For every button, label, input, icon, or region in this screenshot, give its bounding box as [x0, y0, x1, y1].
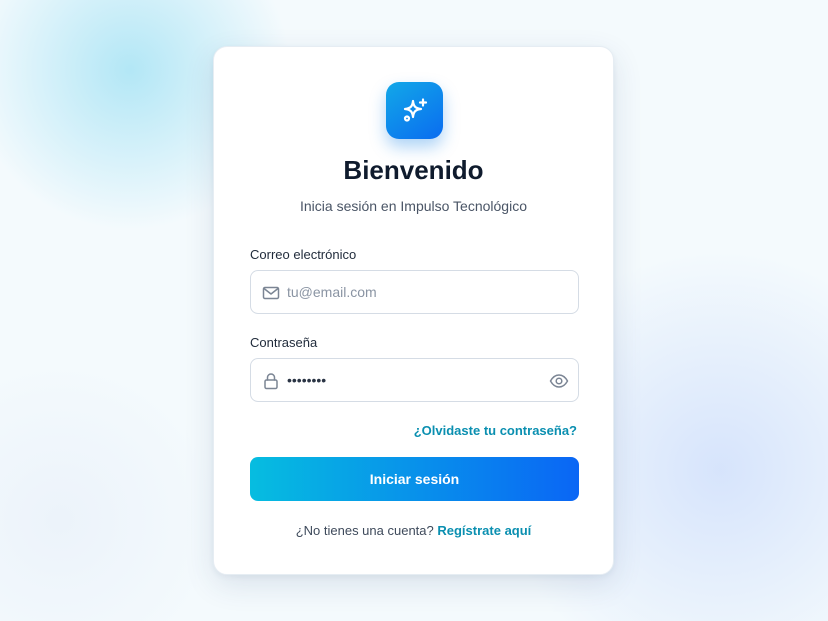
mail-icon	[262, 286, 280, 300]
email-input[interactable]	[287, 271, 547, 313]
email-field[interactable]	[250, 270, 579, 314]
email-label: Correo electrónico	[250, 247, 357, 262]
lock-icon	[264, 373, 278, 390]
page-subtitle: Inicia sesión en Impulso Tecnológico	[300, 198, 527, 214]
login-button[interactable]: Iniciar sesión	[250, 457, 579, 501]
page-title: Bienvenido	[343, 155, 484, 185]
password-field[interactable]	[250, 358, 579, 402]
signup-row: ¿No tienes una cuenta? Regístrate aquí	[214, 523, 613, 538]
eye-icon[interactable]	[549, 371, 569, 391]
signup-prompt: ¿No tienes una cuenta?	[295, 523, 434, 538]
signup-link[interactable]: Regístrate aquí	[437, 523, 531, 538]
sparkles-icon	[403, 97, 427, 122]
password-label: Contraseña	[250, 335, 318, 350]
login-card: Bienvenido Inicia sesión en Impulso Tecn…	[213, 46, 614, 575]
password-input[interactable]	[287, 359, 547, 401]
forgot-password-link[interactable]: ¿Olvidaste tu contraseña?	[414, 423, 577, 438]
app-logo	[386, 82, 443, 139]
